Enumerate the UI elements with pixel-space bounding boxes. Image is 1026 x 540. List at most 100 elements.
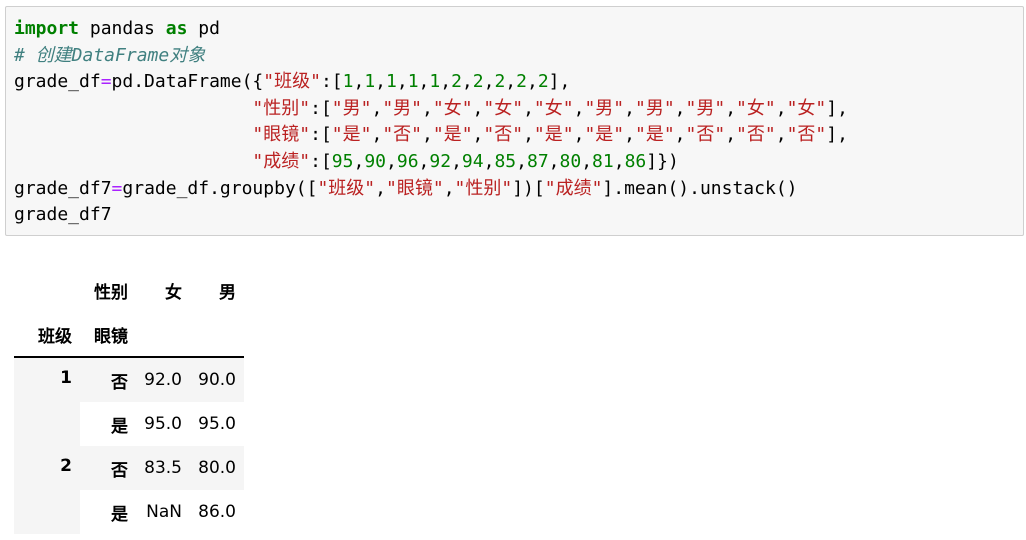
index-level1-cell: 是 [111, 416, 128, 437]
code-token: , [725, 97, 737, 119]
code-token: 1 [407, 71, 419, 93]
code-line: import pandas as pd [14, 16, 1023, 43]
code-token: "女" [432, 97, 473, 119]
code-token: grade_df7 [14, 204, 112, 226]
code-line: "成绩":[95,90,96,92,94,85,87,80,81,86]}) [14, 149, 1023, 176]
code-token: 95 [331, 150, 354, 172]
code-token: , [523, 97, 534, 119]
code-token: "男" [331, 97, 372, 119]
code-token: "班级" [317, 177, 376, 199]
code-token: ])[ [512, 177, 545, 199]
code-token: , [516, 150, 527, 172]
code-token: , [674, 124, 686, 146]
code-token: ], [548, 71, 571, 93]
table-row: 1 否 92.0 90.0 [14, 357, 244, 446]
code-token: 1 [364, 71, 376, 93]
code-token: "否" [483, 124, 524, 146]
code-token: "男" [634, 97, 675, 119]
code-token: , [375, 71, 387, 93]
code-token: 80 [559, 150, 582, 172]
code-token: , [353, 71, 365, 93]
code-token: , [483, 150, 495, 172]
code-token: , [674, 97, 686, 119]
code-token: 2 [472, 71, 484, 93]
table-cell: 95.0 [144, 414, 182, 434]
code-cell-input[interactable]: import pandas as pd # 创建DataFrame对象 grade_… [5, 6, 1024, 236]
blank-header-cell [136, 312, 190, 358]
column-header: 女 [165, 282, 182, 303]
table-cell: 90.0 [190, 357, 244, 402]
code-line: grade_df=pd.DataFrame({"班级":[1,1,1,1,1,2… [14, 69, 1023, 96]
code-token: "是" [584, 124, 625, 146]
code-line: grade_df7 [14, 202, 1023, 229]
code-token: , [505, 71, 517, 93]
code-token: "眼镜" [252, 124, 311, 146]
code-token: pd.DataFrame({ [111, 71, 264, 93]
table-cell: 92.0 [136, 357, 190, 402]
code-token: grade_df [14, 71, 101, 93]
code-token: 2 [537, 71, 549, 93]
code-token: , [440, 71, 452, 93]
index-name-header: 班级 [14, 312, 80, 358]
code-token: :[ [310, 97, 332, 119]
code-token: 81 [592, 150, 614, 172]
code-token: , [371, 97, 383, 119]
code-token: 86 [624, 150, 647, 172]
code-token: , [422, 124, 433, 146]
code-token: "女" [533, 97, 574, 119]
index-level1-cell: 否 [80, 357, 136, 402]
code-token: as [165, 18, 188, 39]
code-token: "男" [382, 97, 423, 119]
index-name-header: 眼镜 [80, 312, 136, 358]
code-token: "否" [685, 124, 726, 146]
code-token: # 创建DataFrame对象 [14, 44, 206, 66]
code-token: , [353, 150, 365, 172]
blank-header-cell [190, 312, 244, 358]
code-token: , [624, 97, 635, 119]
code-token: 85 [494, 150, 517, 172]
code-token: , [573, 97, 585, 119]
code-token: ].mean().unstack() [602, 177, 798, 199]
code-token: pd [187, 18, 220, 39]
code-token: 94 [461, 150, 484, 172]
code-token: import [14, 18, 80, 39]
code-token: , [775, 97, 787, 119]
code-token: , [624, 124, 635, 146]
code-token: grade_df.groupby([ [122, 177, 318, 199]
code-token: :[ [310, 150, 332, 172]
code-token: , [472, 97, 484, 119]
code-token: "女" [786, 97, 827, 119]
code-token: , [418, 150, 430, 172]
code-token: "眼镜" [386, 177, 444, 199]
code-token: , [581, 150, 593, 172]
code-token: 2 [494, 71, 506, 93]
code-token: , [422, 97, 433, 119]
code-token: "性别" [252, 97, 311, 119]
index-names-row: 班级 眼镜 [14, 312, 244, 358]
table-cell: NaN [146, 502, 182, 522]
code-token: "是" [432, 124, 473, 146]
index-level1-cell: 否 [80, 446, 136, 490]
code-token: :[ [320, 71, 343, 93]
code-token: 2 [516, 71, 527, 93]
code-token: 96 [396, 150, 419, 172]
dataframe-output-table: 性别 女 男 班级 眼镜 1 否 92.0 90.0 是 95.0 95.0 2… [14, 268, 244, 534]
code-token: "是" [331, 124, 372, 146]
code-token: 1 [342, 71, 354, 93]
code-token: "性别" [454, 177, 513, 199]
code-token: 1 [386, 71, 397, 93]
table-row: 2 否 83.5 80.0 [14, 446, 244, 534]
code-token: , [443, 177, 455, 199]
code-token: ], [826, 124, 848, 146]
code-editor[interactable]: import pandas as pd # 创建DataFrame对象 grade_… [14, 16, 1023, 229]
code-token: "否" [736, 124, 776, 146]
code-line: "眼镜":["是","否","是","否","是","是","是","否","否… [14, 122, 1023, 149]
code-line: # 创建DataFrame对象 [14, 43, 1023, 70]
code-token: "是" [634, 124, 675, 146]
code-token: ], [826, 97, 848, 119]
code-token: , [613, 150, 625, 172]
code-token: , [451, 150, 462, 172]
